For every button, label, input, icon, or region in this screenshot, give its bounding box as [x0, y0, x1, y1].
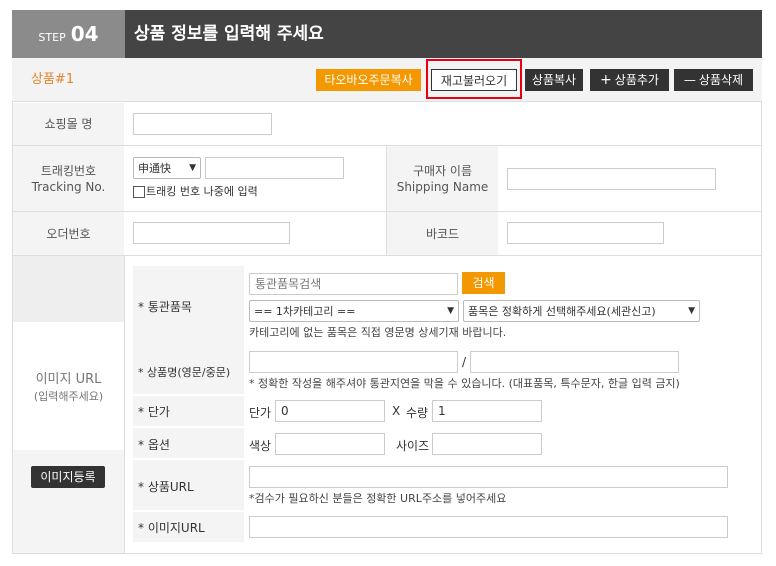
- color-input[interactable]: [275, 433, 385, 455]
- product-name-en-input[interactable]: [249, 351, 458, 373]
- delete-product-label: 상품삭제: [698, 73, 744, 87]
- order-number-label-cell: 오더번호: [13, 212, 124, 255]
- product-name-label: * 상품명(영문/중문): [138, 366, 231, 379]
- option-label: * 옵션: [138, 438, 170, 452]
- barcode-label-cell: 바코드: [387, 212, 498, 255]
- product-url-label: * 상품URL: [138, 480, 194, 494]
- unit-price-input[interactable]: [275, 400, 385, 422]
- customs-item-select[interactable]: 품목은 정확하게 선택해주세요(세관신고) ▼: [463, 300, 700, 322]
- copy-product-button[interactable]: 상품복사: [525, 69, 583, 91]
- size-label: 사이즈: [396, 439, 430, 453]
- product-url-note: *검수가 필요하신 분들은 정확한 URL주소를 넣어주세요: [249, 492, 507, 505]
- image-url-field-label: * 이미지URL: [138, 521, 205, 535]
- quantity-label: 수량: [406, 406, 429, 420]
- column-divider: [124, 256, 125, 553]
- tracking-label-cell: 트래킹번호 Tracking No.: [13, 146, 124, 211]
- tracking-later-checkbox[interactable]: [133, 186, 145, 198]
- barcode-label: 바코드: [425, 226, 460, 241]
- chevron-down-icon: ▼: [447, 306, 454, 316]
- times-sign: X: [392, 404, 401, 418]
- product-number-label: 상품#1: [31, 72, 75, 87]
- product-name-note: * 정확한 작성을 해주셔야 통관지연을 막을 수 있습니다. (대표품목, 특…: [249, 377, 680, 390]
- image-url-label: 이미지 URL: [35, 372, 102, 387]
- category-select[interactable]: == 1차카테고리 == ▼: [249, 300, 459, 322]
- quantity-input[interactable]: [432, 400, 542, 422]
- size-input[interactable]: [432, 433, 542, 455]
- tracking-later-label: 트래킹 번호 나중에 입력: [146, 185, 258, 198]
- name-separator: /: [462, 355, 467, 369]
- order-number-input[interactable]: [133, 222, 290, 244]
- plus-icon: +: [600, 72, 612, 88]
- mall-name-input[interactable]: [133, 113, 272, 135]
- tracking-label-ko: 트래킹번호: [40, 163, 97, 178]
- product-name-cn-input[interactable]: [470, 351, 679, 373]
- buyer-label-en: Shipping Name: [396, 179, 489, 194]
- buyer-label-cell: 구매자 이름 Shipping Name: [387, 146, 498, 211]
- customs-search-input[interactable]: [249, 273, 458, 295]
- customs-item-label: * 통관품목: [138, 300, 192, 314]
- customs-search-button[interactable]: 검색: [462, 272, 505, 294]
- chevron-down-icon: ▼: [189, 163, 196, 173]
- chevron-down-icon: ▼: [688, 306, 695, 316]
- color-label: 색상: [249, 439, 272, 453]
- product-url-input[interactable]: [249, 466, 728, 488]
- customs-note: 카테고리에 없는 품목은 직접 영문명 상세기재 바랍니다.: [249, 326, 507, 339]
- step-label: STEP: [38, 30, 66, 44]
- register-image-button[interactable]: 이미지등록: [31, 466, 105, 488]
- order-number-label: 오더번호: [46, 226, 91, 241]
- price-label: 단가: [249, 406, 272, 420]
- minus-icon: —: [683, 73, 696, 87]
- add-product-label: 상품추가: [614, 73, 659, 87]
- add-product-button[interactable]: + 상품추가: [590, 69, 669, 91]
- unit-price-label: * 단가: [138, 405, 170, 419]
- taobao-order-copy-button[interactable]: 타오바오주문복사: [316, 69, 421, 91]
- row-divider: [13, 255, 761, 256]
- mall-name-label-cell: 쇼핑몰 명: [13, 103, 124, 145]
- image-url-sub-label: (입력해주세요): [33, 390, 104, 403]
- tracking-label-en: Tracking No.: [31, 179, 106, 194]
- barcode-input[interactable]: [507, 222, 664, 244]
- category-selected-value: == 1차카테고리 ==: [254, 305, 356, 318]
- customs-item-selected-value: 품목은 정확하게 선택해주세요(세관신고): [468, 305, 656, 318]
- buyer-label-ko: 구매자 이름: [412, 163, 472, 178]
- image-url-input[interactable]: [249, 516, 728, 538]
- buyer-name-input[interactable]: [507, 168, 716, 190]
- highlight-box: [426, 59, 522, 99]
- page-title: 상품 정보를 입력해 주세요: [134, 24, 324, 44]
- carrier-selected-value: 申通快: [138, 162, 171, 175]
- tracking-number-input[interactable]: [205, 157, 344, 179]
- step-number: 04: [70, 22, 99, 46]
- image-preview-area: [13, 256, 124, 322]
- step-indicator: STEP 04: [12, 10, 125, 58]
- mall-name-label: 쇼핑몰 명: [44, 117, 93, 131]
- delete-product-button[interactable]: — 상품삭제: [674, 69, 753, 91]
- carrier-select[interactable]: 申通快 ▼: [133, 157, 201, 179]
